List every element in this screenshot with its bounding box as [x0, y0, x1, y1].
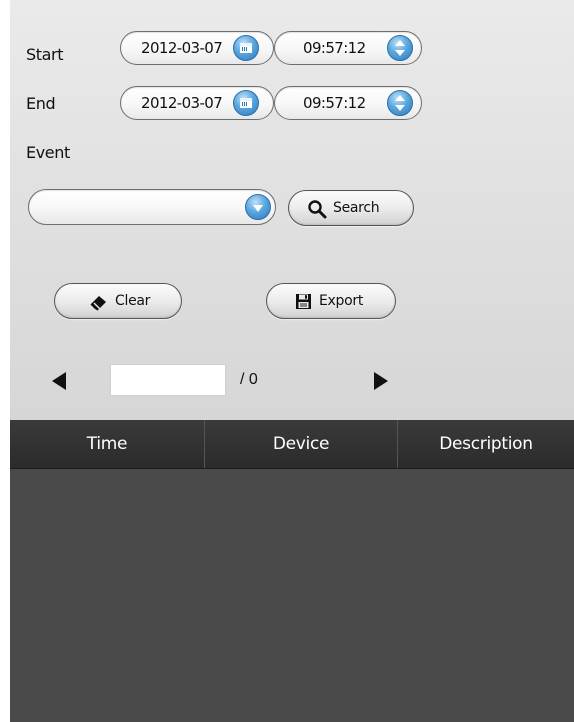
clear-button[interactable]: Clear: [54, 283, 182, 319]
search-button-label: Search: [333, 200, 380, 216]
calendar-icon[interactable]: [233, 90, 259, 116]
event-log-window: Start 2012-03-07 09:57:12 End 2012-03-07: [0, 0, 574, 722]
clear-button-label: Clear: [115, 293, 151, 309]
export-button[interactable]: Export: [266, 283, 396, 319]
end-date-value: 2012-03-07: [141, 94, 223, 112]
search-button[interactable]: Search: [288, 190, 414, 226]
floppy-disk-icon: [296, 294, 311, 309]
table-body: [10, 469, 574, 722]
event-label: Event: [26, 143, 70, 162]
spinner-updown-icon[interactable]: [387, 35, 413, 61]
results-table: Time Device Description: [10, 420, 574, 722]
magnifier-icon: [308, 200, 327, 219]
page-total-label: / 0: [240, 371, 258, 388]
end-time-field[interactable]: 09:57:12: [274, 86, 422, 120]
start-date-field[interactable]: 2012-03-07: [120, 31, 274, 65]
start-label: Start: [26, 45, 64, 64]
end-label: End: [26, 94, 56, 113]
column-header-description[interactable]: Description: [398, 420, 574, 468]
start-time-field[interactable]: 09:57:12: [274, 31, 422, 65]
column-header-time[interactable]: Time: [10, 420, 204, 468]
event-query-panel: Start 2012-03-07 09:57:12 End 2012-03-07: [10, 0, 574, 722]
chevron-down-icon[interactable]: [245, 194, 271, 220]
eraser-icon: [90, 296, 106, 311]
event-select[interactable]: [28, 189, 276, 225]
end-date-field[interactable]: 2012-03-07: [120, 86, 274, 120]
start-time-value: 09:57:12: [303, 39, 366, 57]
start-date-value: 2012-03-07: [141, 39, 223, 57]
next-page-button[interactable]: [374, 372, 388, 390]
filter-form: Start 2012-03-07 09:57:12 End 2012-03-07: [10, 0, 574, 420]
previous-page-button[interactable]: [52, 372, 66, 390]
spinner-updown-icon[interactable]: [387, 90, 413, 116]
column-header-device[interactable]: Device: [205, 420, 397, 468]
calendar-icon[interactable]: [233, 35, 259, 61]
table-header: Time Device Description: [10, 420, 574, 469]
page-number-input[interactable]: [110, 364, 226, 396]
end-time-value: 09:57:12: [303, 94, 366, 112]
export-button-label: Export: [319, 293, 364, 309]
